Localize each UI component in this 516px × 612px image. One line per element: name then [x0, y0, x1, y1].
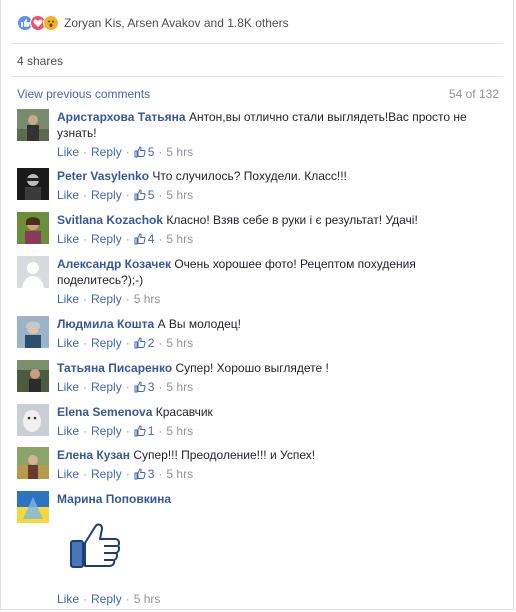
comment-actions: Like · Reply · 3 · 5 hrs: [57, 467, 194, 481]
thumbs-up-icon: [134, 425, 146, 437]
comment-body: Елена Кузан Супер!!! Преодоление!!! и Ус…: [57, 447, 503, 463]
reactions-bar[interactable]: Zoryan Kis, Arsen Avakov and 1.8K others: [17, 14, 289, 32]
comment-actions: Like · Reply · 5 hrs: [57, 292, 161, 306]
comment-text: Класно! Взяв себе в руки і є результат! …: [166, 213, 418, 227]
comment-author[interactable]: Александр Козачек: [57, 257, 171, 271]
avatar[interactable]: [17, 168, 49, 200]
comment-text: Красавчик: [155, 405, 213, 419]
comment-author[interactable]: Elena Semenova: [57, 405, 152, 419]
comment-actions: Like · Reply · 3 · 5 hrs: [57, 380, 194, 394]
divider: [11, 43, 503, 44]
comment-author[interactable]: Елена Кузан: [57, 448, 130, 462]
avatar[interactable]: [17, 256, 49, 288]
comment-author[interactable]: Людмила Кошта: [57, 317, 154, 331]
thumbs-up-icon: [134, 468, 146, 480]
reply-button[interactable]: Reply: [91, 467, 122, 481]
avatar[interactable]: [17, 212, 49, 244]
shares-count[interactable]: 4 shares: [17, 54, 63, 68]
comment-timestamp[interactable]: 5 hrs: [166, 336, 193, 350]
reactions-summary[interactable]: Zoryan Kis, Arsen Avakov and 1.8K others: [64, 16, 289, 30]
reply-button[interactable]: Reply: [91, 424, 122, 438]
comment-text: Что случилось? Похудели. Класс!!!: [152, 169, 347, 183]
comment-text: Супер! Хорошо выглядете !: [175, 361, 329, 375]
comment-body: Peter Vasylenko Что случилось? Похудели.…: [57, 168, 503, 184]
comment-actions: Like · Reply · 5 hrs: [57, 592, 161, 606]
comment-likes[interactable]: 1: [134, 424, 154, 438]
comment-author[interactable]: Peter Vasylenko: [57, 169, 149, 183]
thumbs-up-icon: [134, 233, 146, 245]
comment-actions: Like · Reply · 2 · 5 hrs: [57, 336, 194, 350]
thumbs-up-sticker-icon[interactable]: [69, 521, 121, 572]
avatar[interactable]: [17, 316, 49, 348]
comment-body: Марина Поповкина: [57, 491, 503, 507]
reply-button[interactable]: Reply: [91, 336, 122, 350]
avatar[interactable]: [17, 447, 49, 479]
comment-author[interactable]: Татьяна Писаренко: [57, 361, 172, 375]
thumbs-up-icon: [134, 337, 146, 349]
comment-timestamp[interactable]: 5 hrs: [134, 292, 161, 306]
like-button[interactable]: Like: [57, 467, 79, 481]
comment-author[interactable]: Svitlana Kozachok: [57, 213, 163, 227]
comment-likes[interactable]: 5: [134, 188, 154, 202]
comment-author[interactable]: Марина Поповкина: [57, 492, 171, 506]
comment-actions: Like · Reply · 1 · 5 hrs: [57, 424, 194, 438]
avatar[interactable]: [17, 360, 49, 392]
view-previous-comments-link[interactable]: View previous comments: [17, 87, 150, 101]
comment-actions: Like · Reply · 5 · 5 hrs: [57, 145, 194, 159]
like-button[interactable]: Like: [57, 424, 79, 438]
comment-timestamp[interactable]: 5 hrs: [166, 467, 193, 481]
comment-likes[interactable]: 2: [134, 336, 154, 350]
reply-button[interactable]: Reply: [91, 380, 122, 394]
avatar[interactable]: [17, 491, 49, 523]
avatar[interactable]: [17, 109, 49, 141]
like-button[interactable]: Like: [57, 232, 79, 246]
reply-button[interactable]: Reply: [91, 592, 122, 606]
reply-button[interactable]: Reply: [91, 292, 122, 306]
comment-body: Svitlana Kozachok Класно! Взяв себе в ру…: [57, 212, 503, 228]
thumbs-up-icon: [134, 381, 146, 393]
comment-likes[interactable]: 3: [134, 467, 154, 481]
reply-button[interactable]: Reply: [91, 232, 122, 246]
reply-button[interactable]: Reply: [91, 145, 122, 159]
comment-body: Elena Semenova Красавчик: [57, 404, 503, 420]
like-button[interactable]: Like: [57, 336, 79, 350]
like-button[interactable]: Like: [57, 145, 79, 159]
like-button[interactable]: Like: [57, 592, 79, 606]
comment-text: А Вы молодец!: [157, 317, 241, 331]
comment-body: Татьяна Писаренко Супер! Хорошо выглядет…: [57, 360, 503, 376]
comments-panel: Zoryan Kis, Arsen Avakov and 1.8K others…: [0, 0, 514, 610]
like-button[interactable]: Like: [57, 188, 79, 202]
comment-body: Людмила Кошта А Вы молодец!: [57, 316, 503, 332]
comment-timestamp[interactable]: 5 hrs: [166, 232, 193, 246]
comment-timestamp[interactable]: 5 hrs: [166, 188, 193, 202]
comment-likes[interactable]: 5: [134, 145, 154, 159]
comment-actions: Like · Reply · 4 · 5 hrs: [57, 232, 194, 246]
comment-likes[interactable]: 4: [134, 232, 154, 246]
wow-icon: [43, 15, 59, 31]
comment-body: Александр Козачек Очень хорошее фото! Ре…: [57, 256, 503, 288]
like-button[interactable]: Like: [57, 380, 79, 394]
comment-author[interactable]: Аристархова Татьяна: [57, 110, 186, 124]
comment-text: Супер!!! Преодоление!!! и Успех!: [133, 448, 316, 462]
reply-button[interactable]: Reply: [91, 188, 122, 202]
comment-body: Аристархова Татьяна Антон,вы отлично ста…: [57, 109, 503, 141]
divider: [11, 76, 503, 77]
avatar[interactable]: [17, 404, 49, 436]
like-button[interactable]: Like: [57, 292, 79, 306]
thumbs-up-icon: [134, 146, 146, 158]
comment-timestamp[interactable]: 5 hrs: [166, 380, 193, 394]
comment-actions: Like · Reply · 5 · 5 hrs: [57, 188, 194, 202]
comments-count: 54 of 132: [448, 87, 499, 101]
comment-timestamp[interactable]: 5 hrs: [166, 424, 193, 438]
comment-timestamp[interactable]: 5 hrs: [134, 592, 161, 606]
comment-likes[interactable]: 3: [134, 380, 154, 394]
comment-timestamp[interactable]: 5 hrs: [166, 145, 193, 159]
thumbs-up-icon: [134, 189, 146, 201]
